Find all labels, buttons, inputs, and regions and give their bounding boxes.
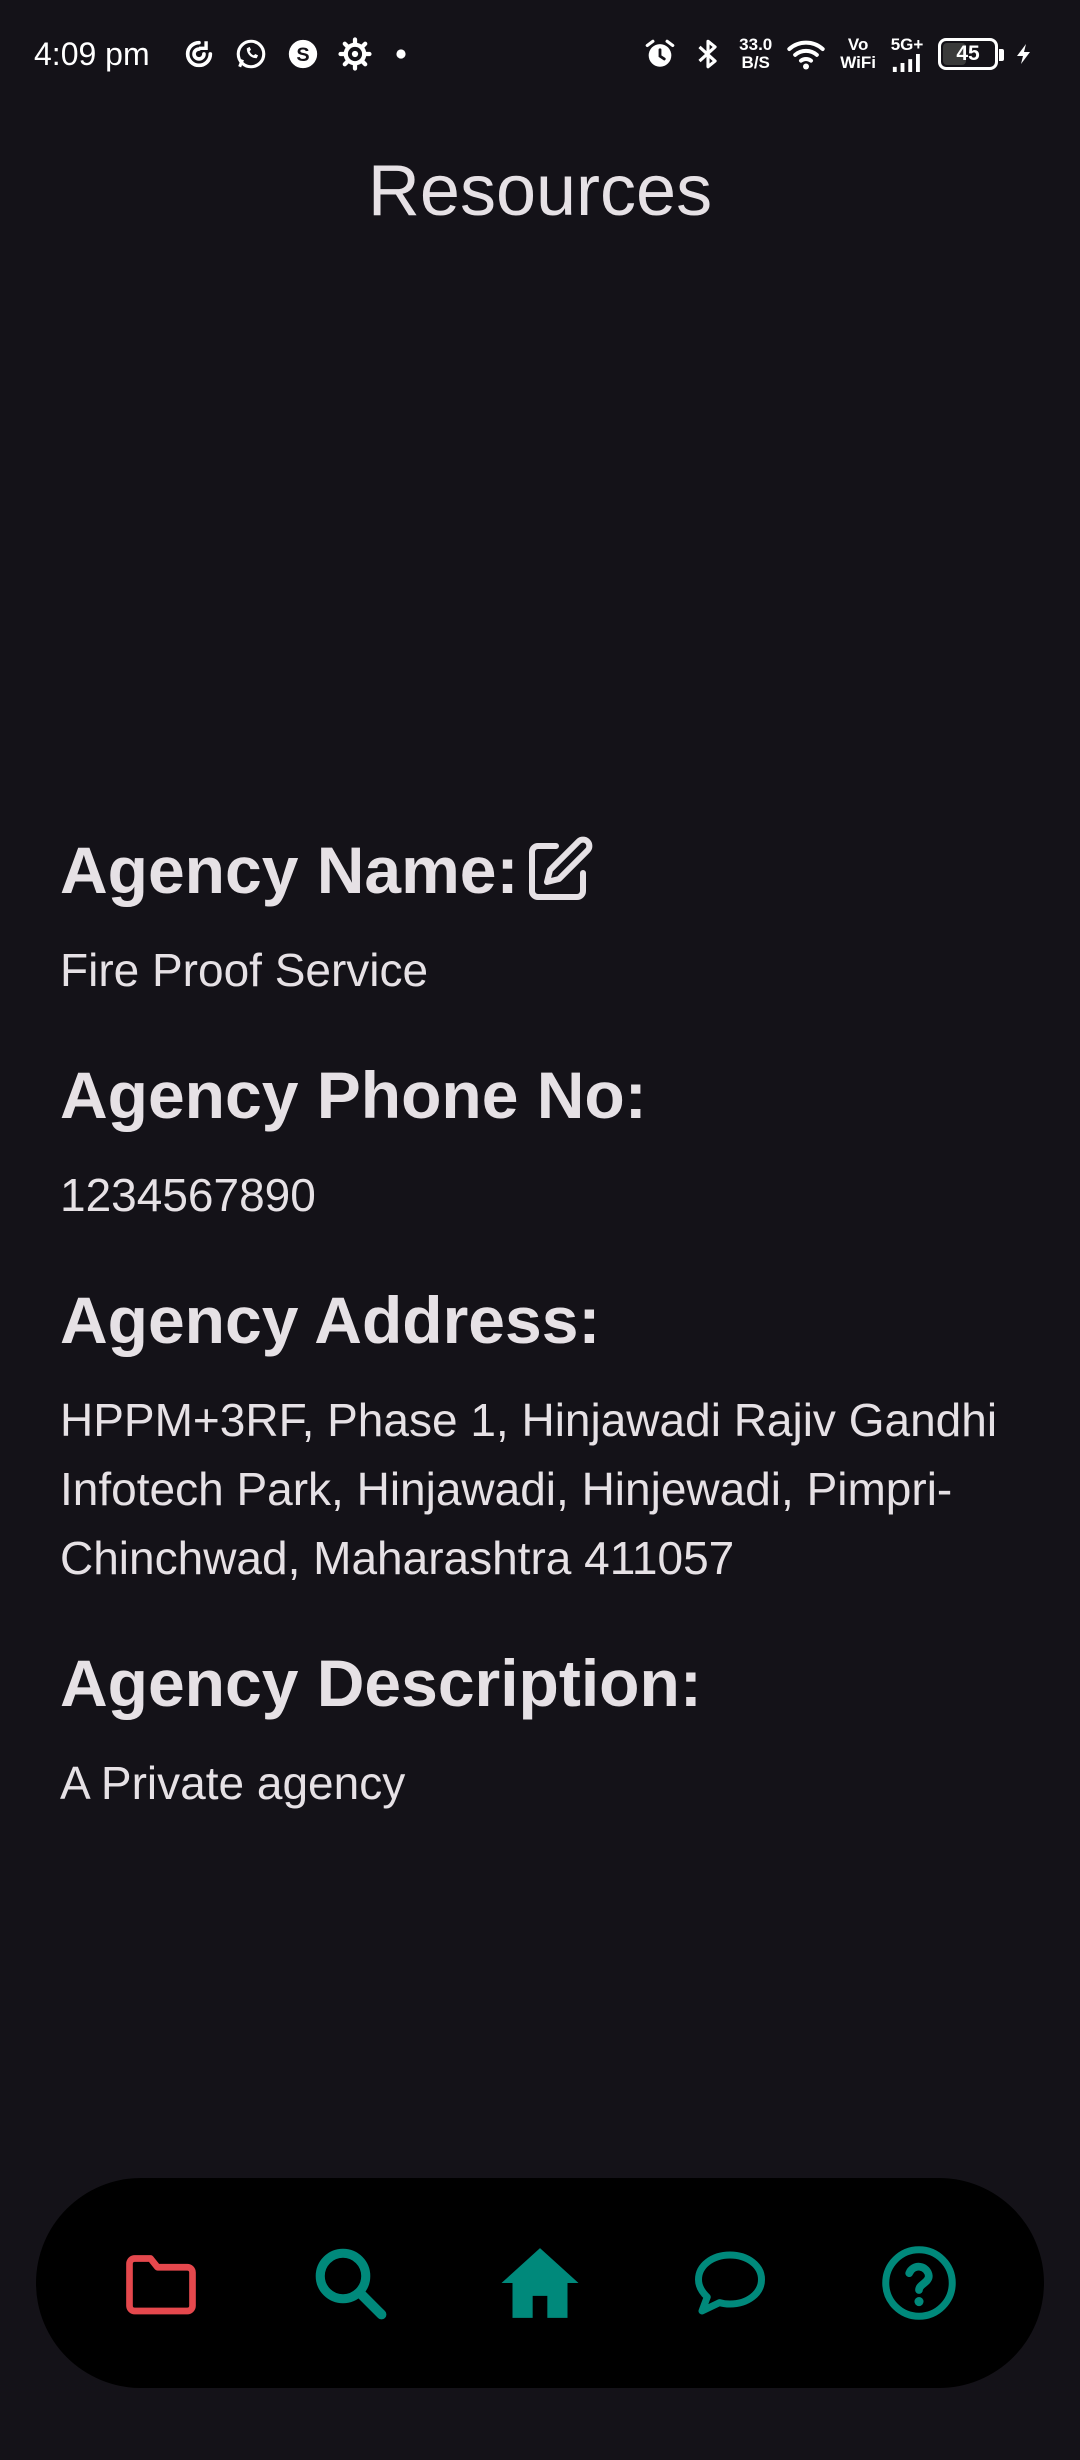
agency-phone-heading: Agency Phone No: [60,1058,647,1132]
vowifi-vo: Vo [847,35,869,54]
nav-help-button[interactable] [859,2223,979,2343]
vowifi-indicator: Vo WiFi [840,36,876,72]
network-speed: 33.0 B/S [739,36,772,72]
edit-icon [528,836,592,900]
agency-name-label: Agency Name: [60,833,519,907]
status-left: 4:09 pm S [34,30,412,78]
status-right: 33.0 B/S Vo WiFi 5G+ 45 [643,28,1036,80]
network-type: 5G+ [890,35,924,54]
nav-chat-button[interactable] [670,2223,790,2343]
sync-icon [185,40,212,68]
nav-home-button[interactable] [480,2223,600,2343]
help-icon [882,2246,956,2320]
whatsapp-icon [236,39,265,69]
agency-description-heading: Agency Description: [60,1646,702,1720]
alarm-icon [645,39,675,67]
svg-text:S: S [296,44,309,66]
nav-search-button[interactable] [290,2223,410,2343]
vowifi-wifi: WiFi [840,53,876,72]
agency-name-value: Fire Proof Service [60,944,429,996]
dot-icon [396,49,406,59]
status-time: 4:09 pm [34,35,150,72]
signal-icon [892,54,920,72]
charging-icon [1017,44,1030,64]
bluetooth-icon [698,39,717,69]
speed-unit: B/S [741,53,770,72]
home-icon [501,2248,579,2318]
bottom-navigation [36,2178,1044,2388]
speed-value: 33.0 [739,35,773,54]
agency-address-value: HPPM+3RF, Phase 1, Hinjawadi Rajiv Gandh… [60,1394,998,1584]
agency-description-value: A Private agency [60,1757,406,1809]
folder-icon [125,2255,196,2315]
battery-indicator: 45 [938,38,1004,70]
app-s-icon: S [288,39,317,69]
chat-icon [694,2251,765,2315]
agency-address-heading: Agency Address: [60,1283,601,1357]
signal-indicator: 5G+ [890,36,924,72]
status-bar: 4:09 pm S 33.0 B/S Vo WiFi 5G+ 45 [0,0,1080,108]
settings-icon [338,37,372,71]
agency-phone-value: 1234567890 [60,1169,316,1221]
search-icon [316,2248,387,2320]
page-title: Resources [367,151,713,231]
edit-button[interactable] [521,832,597,908]
nav-resources-button[interactable] [101,2223,221,2343]
wifi-icon [787,40,825,70]
agency-name-heading: Agency Name: [60,826,1040,914]
agency-details: Agency Name: Fire Proof Service Agency P… [60,826,1040,1864]
battery-level: 45 [956,42,980,65]
